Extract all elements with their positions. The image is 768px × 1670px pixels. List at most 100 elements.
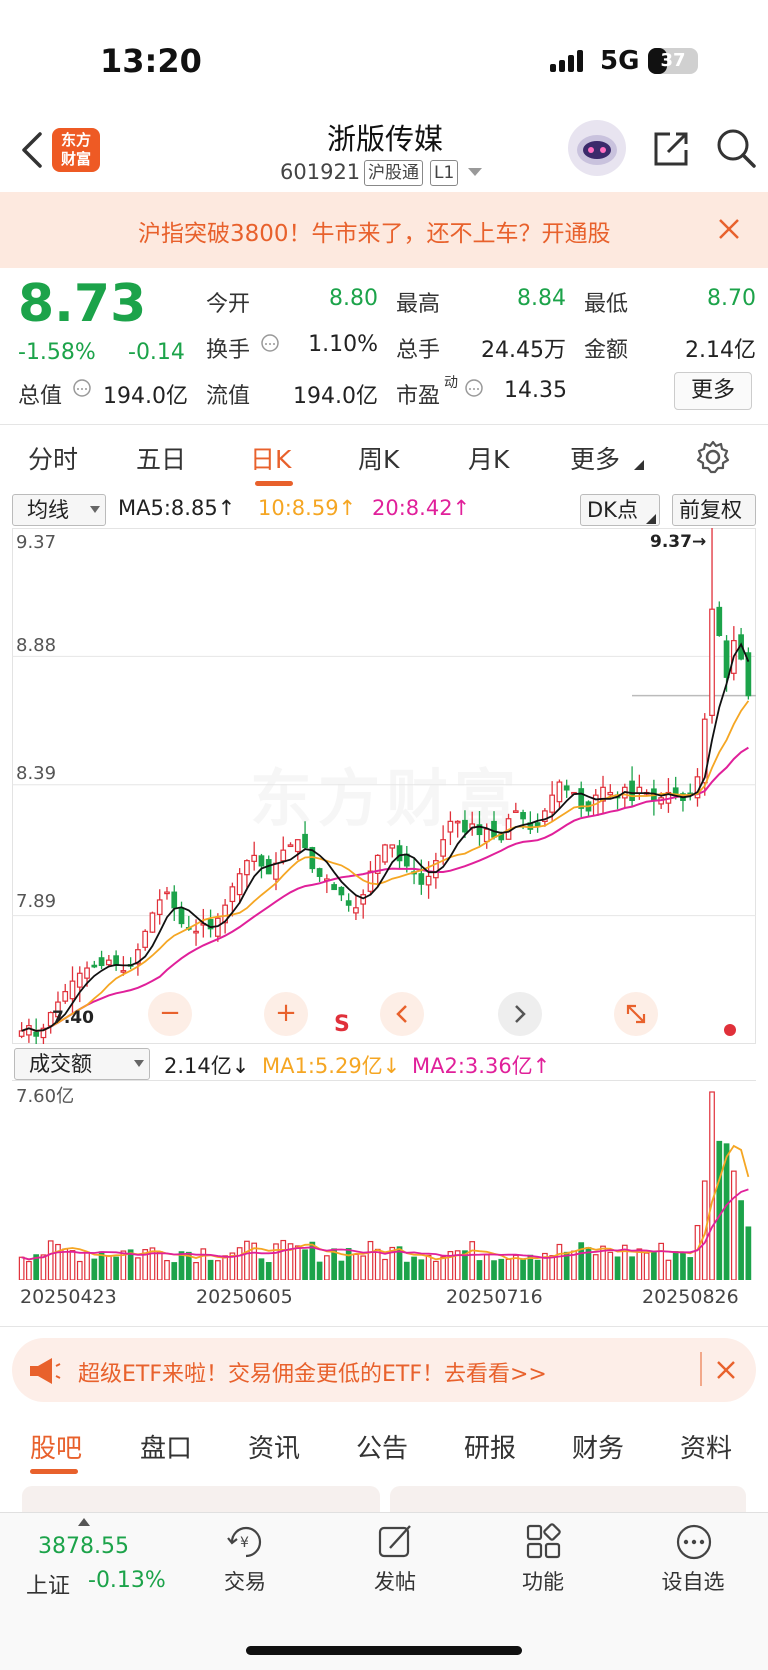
volume-bar <box>694 1224 701 1280</box>
low-marker: 7.40 <box>52 1008 94 1028</box>
stock-name: 浙版传媒 <box>326 122 443 156</box>
more-dots-icon[interactable] <box>672 1522 716 1562</box>
etf-banner-text[interactable]: 超级ETF来啦！交易佣金更低的ETF！去看看>> <box>78 1356 547 1388</box>
tab-news[interactable]: 资讯 <box>248 1428 300 1465</box>
candle-body <box>491 820 497 838</box>
close-icon[interactable] <box>718 218 740 240</box>
candle-body <box>607 791 614 796</box>
volume-bar <box>382 1258 388 1280</box>
candle-body <box>709 608 715 716</box>
trade-icon[interactable]: ¥ <box>224 1522 268 1562</box>
volume-bar <box>244 1240 250 1280</box>
index-name[interactable]: 上证 <box>26 1568 70 1600</box>
label-pe: 市盈 <box>396 384 441 409</box>
index-value[interactable]: 3878.55 <box>38 1534 129 1559</box>
volume-bar <box>302 1249 308 1280</box>
candle-body <box>76 972 83 988</box>
info-icon[interactable] <box>260 333 280 353</box>
tab-five-day[interactable]: 五日 <box>136 440 186 476</box>
label-turnover: 换手 <box>206 338 251 363</box>
adjust-button[interactable]: 前复权 <box>672 494 756 526</box>
ma10-line <box>21 700 750 1032</box>
date-label: 20250826 <box>642 1286 739 1308</box>
volume-bar <box>483 1254 490 1280</box>
tab-announcements[interactable]: 公告 <box>356 1428 408 1465</box>
change-percent: -1.58% <box>18 340 96 365</box>
info-icon[interactable] <box>464 378 484 398</box>
ma5-line <box>21 642 750 1032</box>
assistant-robot-icon[interactable] <box>568 120 626 176</box>
search-icon[interactable] <box>714 126 758 170</box>
candle-body <box>512 810 519 813</box>
index-change[interactable]: -0.13% <box>88 1568 166 1593</box>
tab-more[interactable]: 更多 <box>570 440 620 476</box>
candle-body <box>105 959 112 966</box>
volume-bar <box>193 1262 199 1280</box>
volume-bar <box>505 1258 512 1280</box>
volume-ma2: MA2:3.36亿↑ <box>412 1054 551 1078</box>
stock-code: 601921 <box>280 160 361 184</box>
volume-bar <box>730 1170 737 1280</box>
gear-icon[interactable] <box>696 440 730 474</box>
fullscreen-button[interactable] <box>614 992 658 1036</box>
nav-post[interactable]: 发帖 <box>350 1566 440 1596</box>
volume-bar <box>403 1261 410 1280</box>
candle-body <box>156 899 163 916</box>
tab-research[interactable]: 研报 <box>464 1428 516 1465</box>
scroll-right-button[interactable] <box>498 992 542 1036</box>
candle-body <box>113 955 119 967</box>
volume-bar <box>236 1247 243 1280</box>
volume-chart[interactable] <box>12 1080 756 1280</box>
volume-bar <box>433 1260 439 1280</box>
volume-bar <box>556 1243 563 1280</box>
zoom-out-button[interactable]: − <box>148 992 192 1036</box>
nav-trade[interactable]: 交易 <box>200 1566 290 1596</box>
tab-profile[interactable]: 资料 <box>680 1428 732 1465</box>
tab-monthly-k[interactable]: 月K <box>468 440 509 476</box>
value-pe: 14.35 <box>504 378 567 403</box>
volume-bar <box>105 1255 112 1280</box>
grid-apps-icon[interactable] <box>522 1522 566 1562</box>
scroll-left-button[interactable] <box>380 992 424 1036</box>
tab-weekly-k[interactable]: 周K <box>358 440 399 476</box>
candle-body <box>723 640 730 678</box>
tab-guba[interactable]: 股吧 <box>30 1428 82 1465</box>
volume-bar <box>709 1091 715 1280</box>
label-pe-superscript: 动 <box>444 375 458 391</box>
nav-functions[interactable]: 功能 <box>498 1566 588 1596</box>
candle-body <box>273 862 279 880</box>
nav-add-watchlist[interactable]: 设自选 <box>648 1566 738 1596</box>
candle-body <box>62 991 69 1002</box>
value-high: 8.84 <box>517 286 566 311</box>
tab-daily-k[interactable]: 日K <box>250 440 291 476</box>
megaphone-icon <box>30 1358 61 1384</box>
volume-bar <box>425 1254 432 1280</box>
volume-bar <box>156 1251 163 1280</box>
tab-financials[interactable]: 财务 <box>572 1428 624 1465</box>
volume-bar <box>469 1241 476 1280</box>
kline-chart[interactable] <box>12 528 756 1044</box>
volume-bar <box>258 1258 265 1280</box>
share-icon[interactable] <box>650 128 692 170</box>
candle-body <box>483 828 490 843</box>
candle-body <box>440 839 446 857</box>
y-axis-label: 8.88 <box>16 635 57 656</box>
volume-indicator-select[interactable]: 成交额 <box>14 1048 150 1080</box>
tab-intraday[interactable]: 分时 <box>28 440 78 476</box>
promo-banner-text[interactable]: 沪指突破3800！牛市来了，还不上车？开通股 <box>138 214 686 250</box>
y-axis-label: 8.39 <box>16 763 57 784</box>
candle-body <box>353 907 359 914</box>
edit-post-icon[interactable] <box>374 1522 418 1562</box>
info-icon[interactable] <box>72 378 92 398</box>
candle-body <box>462 819 468 833</box>
close-icon[interactable] <box>716 1360 736 1380</box>
tab-pankou[interactable]: 盘口 <box>140 1428 192 1465</box>
candle-body <box>302 833 308 849</box>
zoom-in-button[interactable]: + <box>264 992 308 1036</box>
candle-body <box>316 868 323 877</box>
label-low: 最低 <box>584 292 629 317</box>
more-button[interactable]: 更多 <box>674 372 752 410</box>
dropdown-caret-icon[interactable] <box>468 168 482 178</box>
legend-ma5: MA5:8.85↑ <box>118 496 236 520</box>
back-arrow-icon[interactable] <box>18 128 46 172</box>
